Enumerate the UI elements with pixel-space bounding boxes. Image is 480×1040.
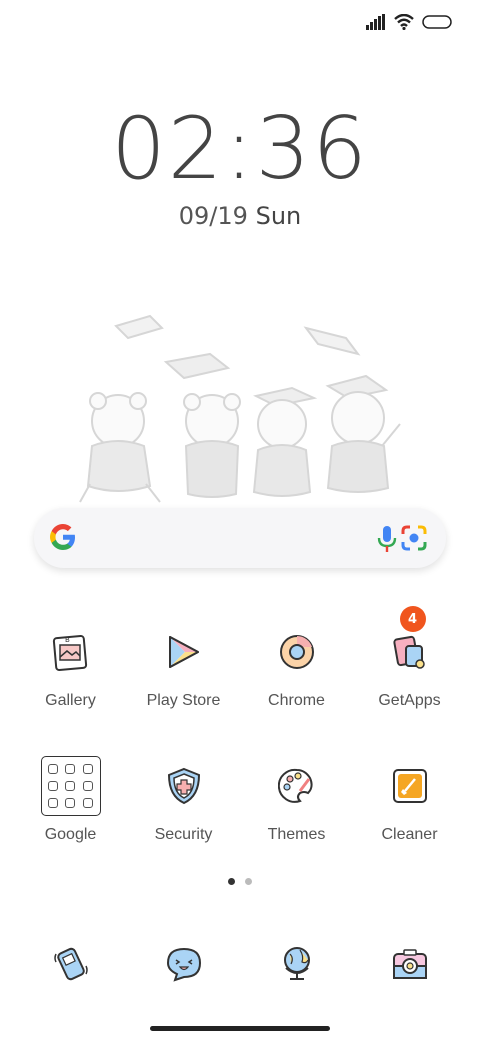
google-folder-icon[interactable] — [40, 756, 101, 816]
dock-messaging[interactable] — [127, 934, 240, 994]
day-text: Sun — [255, 202, 302, 230]
page-indicator — [0, 878, 480, 885]
app-label: Gallery — [45, 692, 96, 709]
app-play-store[interactable]: Play Store — [127, 622, 240, 756]
character-3 — [252, 386, 318, 497]
dock — [14, 934, 466, 994]
app-row-2: Google Security Themes Cleaner — [14, 756, 466, 890]
messaging-icon[interactable] — [154, 934, 214, 994]
app-row-1: B Gallery Play Store Chrome 4 GetApps — [14, 606, 466, 756]
app-grid: B Gallery Play Store Chrome 4 GetApps Go… — [14, 606, 466, 890]
app-label: Security — [154, 826, 213, 843]
app-chrome[interactable]: Chrome — [240, 622, 353, 756]
dock-camera[interactable] — [353, 934, 466, 994]
google-logo-icon[interactable] — [48, 522, 78, 552]
app-label: Google — [44, 826, 97, 843]
dock-browser[interactable] — [240, 934, 353, 994]
gallery-icon[interactable]: B — [41, 622, 101, 682]
app-label: Play Store — [146, 692, 221, 709]
page-dot — [245, 878, 252, 885]
security-shield-icon[interactable] — [154, 756, 214, 816]
clock-widget[interactable]: 02:36 09/19 Sun — [0, 104, 480, 230]
phone-icon[interactable] — [41, 934, 101, 994]
themes-palette-icon[interactable] — [267, 756, 327, 816]
clock-date[interactable]: 09/19 Sun — [0, 202, 480, 230]
google-search-bar[interactable] — [34, 508, 446, 568]
microphone-icon[interactable] — [376, 524, 398, 554]
app-security[interactable]: Security — [127, 756, 240, 890]
play-store-icon[interactable] — [154, 622, 214, 682]
browser-globe-icon[interactable] — [267, 934, 327, 994]
date-text: 09/19 — [178, 202, 248, 230]
app-cleaner[interactable]: Cleaner — [353, 756, 466, 890]
app-label: Cleaner — [381, 826, 438, 843]
home-indicator[interactable] — [150, 1026, 330, 1031]
app-getapps[interactable]: 4 GetApps — [353, 606, 466, 756]
getapps-icon[interactable]: 4 — [380, 606, 440, 682]
page-dot-active — [228, 878, 235, 885]
signal-icon — [366, 14, 385, 30]
clock-time[interactable]: 02:36 — [0, 104, 480, 194]
app-label: GetApps — [378, 692, 441, 709]
character-2 — [183, 393, 241, 498]
app-label: Themes — [267, 826, 326, 843]
dock-phone[interactable] — [14, 934, 127, 994]
chrome-icon[interactable] — [267, 622, 327, 682]
camera-lens-icon[interactable] — [400, 524, 428, 552]
cleaner-brush-icon[interactable] — [380, 756, 440, 816]
app-google-folder[interactable]: Google — [14, 756, 127, 890]
notification-badge: 4 — [399, 606, 426, 632]
character-1 — [79, 392, 161, 503]
app-themes[interactable]: Themes — [240, 756, 353, 890]
wallpaper-illustration — [79, 314, 401, 503]
app-gallery[interactable]: B Gallery — [14, 622, 127, 756]
camera-icon[interactable] — [380, 934, 440, 994]
status-bar — [366, 10, 452, 34]
wifi-icon — [394, 14, 414, 30]
svg-text:B: B — [65, 636, 70, 644]
character-4 — [325, 374, 401, 493]
app-label: Chrome — [268, 692, 325, 709]
battery-icon — [422, 15, 452, 29]
